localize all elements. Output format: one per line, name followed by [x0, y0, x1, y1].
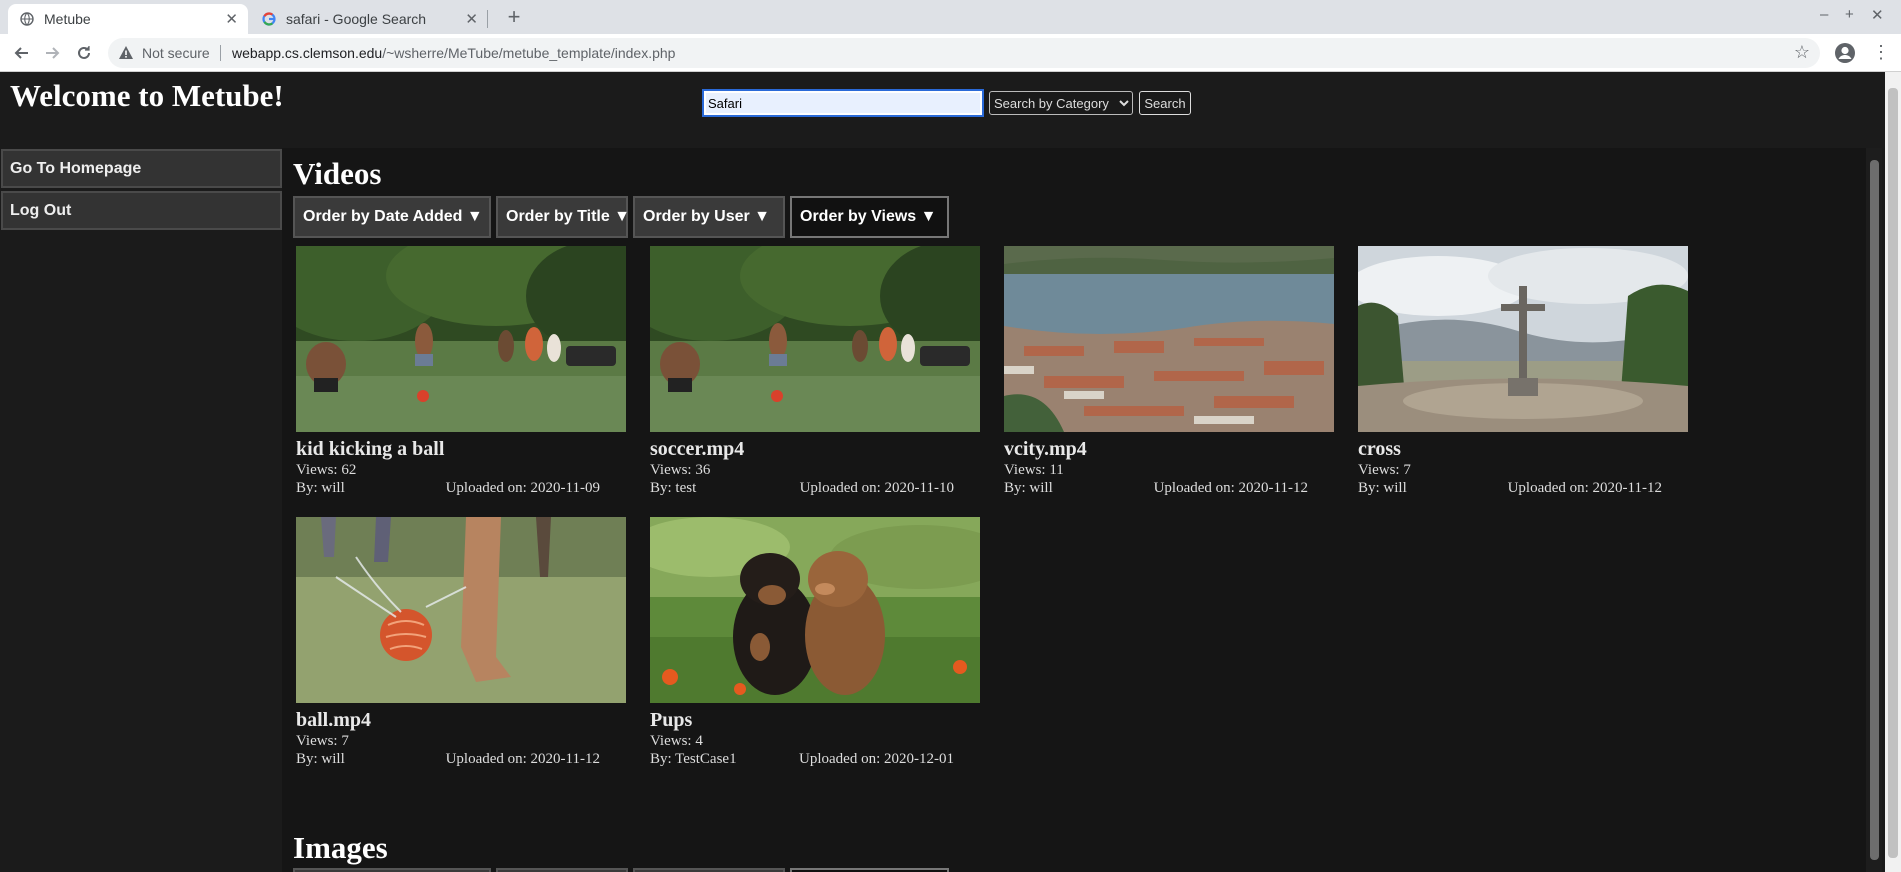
two-puppies-thumbnail	[650, 517, 980, 703]
video-upload-date: Uploaded on: 2020-11-12	[1153, 480, 1308, 496]
web-page: Welcome to Metube! Search by Category Se…	[0, 72, 1901, 872]
video-title[interactable]: ball.mp4	[296, 709, 371, 732]
images-order-button[interactable]	[633, 868, 785, 872]
order-by-views-button[interactable]: Order by Views ▼	[790, 196, 949, 238]
video-views: Views: 11	[1004, 462, 1064, 478]
video-title[interactable]: kid kicking a ball	[296, 438, 444, 461]
content-scrollbar[interactable]	[1866, 148, 1882, 872]
video-uploader: By: will	[296, 480, 345, 496]
video-upload-date: Uploaded on: 2020-11-09	[445, 480, 600, 496]
video-uploader: By: will	[296, 751, 345, 767]
video-card[interactable]: ball.mp4 Views: 7 By: will Uploaded on: …	[296, 517, 626, 777]
order-by-date-button[interactable]: Order by Date Added ▼	[293, 196, 491, 238]
tab-title: Metube	[44, 11, 91, 27]
soccer-kids-thumbnail	[650, 246, 980, 432]
video-views: Views: 7	[296, 733, 349, 749]
video-card[interactable]: Pups Views: 4 By: TestCase1 Uploaded on:…	[650, 517, 980, 777]
url-path: /~wsherre/MeTube/metube_template/index.p…	[382, 45, 676, 61]
images-heading: Images	[293, 830, 388, 865]
minimize-icon[interactable]: –	[1820, 6, 1828, 23]
address-bar[interactable]: Not secure webapp.cs.clemson.edu/~wsherr…	[108, 38, 1820, 68]
site-title: Welcome to Metube!	[10, 78, 284, 113]
category-select[interactable]: Search by Category	[989, 91, 1133, 115]
video-title[interactable]: soccer.mp4	[650, 438, 744, 461]
page-scrollbar[interactable]	[1885, 72, 1901, 872]
video-card[interactable]: vcity.mp4 Views: 11 By: will Uploaded on…	[1004, 246, 1334, 506]
browser-tab-strip: Metube ✕ safari - Google Search ✕ + – + …	[0, 0, 1901, 34]
sidebar-item-homepage[interactable]: Go To Homepage	[1, 149, 282, 188]
close-tab-icon[interactable]: ✕	[225, 10, 238, 28]
video-views: Views: 62	[296, 462, 357, 478]
tab-metube[interactable]: Metube ✕	[8, 4, 248, 34]
address-divider	[220, 45, 221, 61]
security-status: Not secure	[142, 45, 210, 61]
video-card[interactable]: soccer.mp4 Views: 36 By: test Uploaded o…	[650, 246, 980, 506]
tab-google-search[interactable]: safari - Google Search ✕	[250, 4, 488, 34]
order-by-user-button[interactable]: Order by User ▼	[633, 196, 785, 238]
video-views: Views: 36	[650, 462, 711, 478]
video-uploader: By: will	[1004, 480, 1053, 496]
url-text: webapp.cs.clemson.edu/~wsherre/MeTube/me…	[232, 45, 675, 61]
video-upload-date: Uploaded on: 2020-12-01	[799, 751, 954, 767]
video-thumbnail[interactable]	[650, 517, 980, 703]
videos-heading: Videos	[293, 156, 382, 191]
page-scroll-thumb[interactable]	[1888, 88, 1898, 858]
search-button[interactable]: Search	[1139, 91, 1191, 115]
content-scroll-thumb[interactable]	[1870, 160, 1879, 860]
google-icon	[262, 12, 276, 26]
images-order-button[interactable]	[293, 868, 491, 872]
bookmark-star-icon[interactable]: ☆	[1794, 42, 1810, 63]
hilltop-cross-thumbnail	[1358, 246, 1688, 432]
globe-icon	[20, 12, 34, 26]
video-thumbnail[interactable]	[296, 246, 626, 432]
sidebar: Go To Homepage Log Out	[0, 148, 282, 872]
tab-divider	[487, 10, 488, 28]
order-by-title-button[interactable]: Order by Title ▼	[496, 196, 630, 238]
video-title[interactable]: vcity.mp4	[1004, 438, 1087, 461]
video-card[interactable]: cross Views: 7 By: will Uploaded on: 202…	[1358, 246, 1688, 506]
site-header: Welcome to Metube! Search by Category Se…	[0, 72, 1901, 148]
video-uploader: By: test	[650, 480, 697, 496]
back-arrow-icon[interactable]	[8, 40, 36, 66]
video-thumbnail[interactable]	[1004, 246, 1334, 432]
url-host: webapp.cs.clemson.edu	[232, 45, 383, 61]
maximize-icon[interactable]: +	[1845, 6, 1854, 23]
menu-kebab-icon[interactable]: ⋮	[1872, 42, 1890, 63]
main-content: Videos Order by Date Added ▼ Order by Ti…	[282, 148, 1866, 872]
video-title[interactable]: cross	[1358, 438, 1401, 461]
video-upload-date: Uploaded on: 2020-11-12	[1507, 480, 1662, 496]
video-thumbnail[interactable]	[296, 517, 626, 703]
close-tab-icon[interactable]: ✕	[465, 10, 478, 28]
video-thumbnail[interactable]	[650, 246, 980, 432]
video-title[interactable]: Pups	[650, 709, 692, 732]
soccer-kids-thumbnail	[296, 246, 626, 432]
reload-icon[interactable]	[70, 40, 98, 66]
account-icon[interactable]	[1834, 42, 1856, 64]
images-order-button[interactable]	[496, 868, 628, 872]
search-input[interactable]	[702, 89, 984, 117]
forward-arrow-icon[interactable]	[38, 40, 66, 66]
video-upload-date: Uploaded on: 2020-11-12	[445, 751, 600, 767]
video-uploader: By: TestCase1	[650, 751, 737, 767]
video-thumbnail[interactable]	[1358, 246, 1688, 432]
sidebar-item-logout[interactable]: Log Out	[1, 191, 282, 230]
images-order-button[interactable]	[790, 868, 949, 872]
tab-title: safari - Google Search	[286, 11, 427, 27]
close-window-icon[interactable]: ✕	[1871, 6, 1884, 24]
video-upload-date: Uploaded on: 2020-11-10	[799, 480, 954, 496]
warning-icon	[119, 46, 133, 59]
browser-toolbar: Not secure webapp.cs.clemson.edu/~wsherr…	[0, 34, 1901, 72]
video-views: Views: 4	[650, 733, 703, 749]
video-views: Views: 7	[1358, 462, 1411, 478]
video-uploader: By: will	[1358, 480, 1407, 496]
ball-splash-thumbnail	[296, 517, 626, 703]
video-card[interactable]: kid kicking a ball Views: 62 By: will Up…	[296, 246, 626, 506]
aerial-lake-town-thumbnail	[1004, 246, 1334, 432]
new-tab-plus-icon[interactable]: +	[500, 4, 528, 30]
